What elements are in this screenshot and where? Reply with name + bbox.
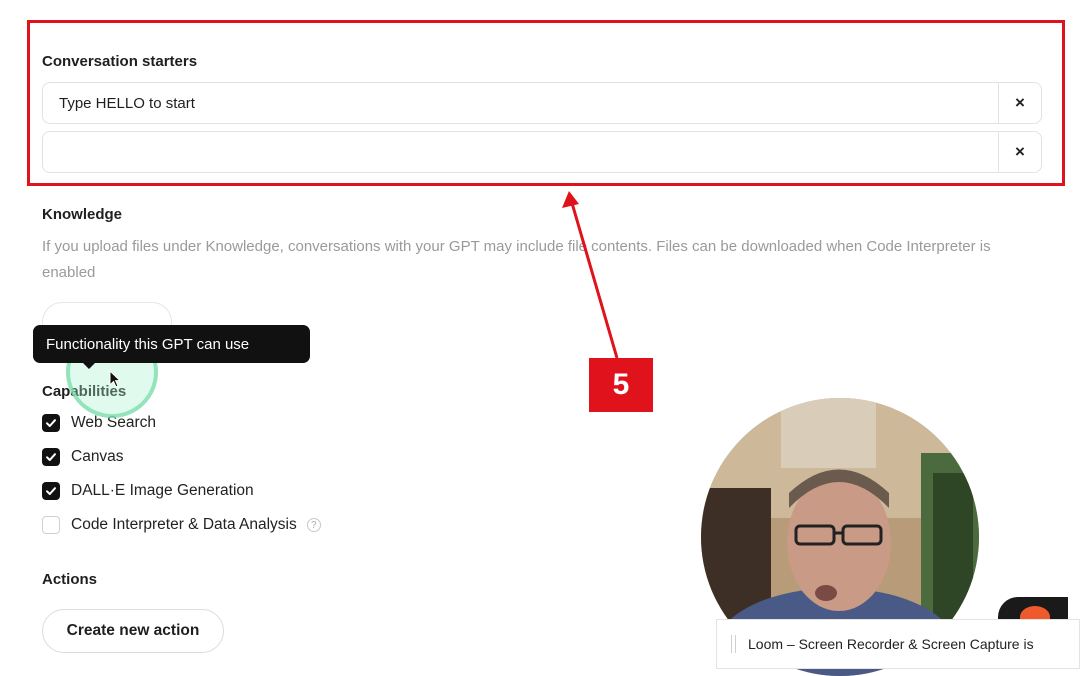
step-badge: 5: [589, 358, 653, 412]
loom-toast-text: Loom – Screen Recorder & Screen Capture …: [748, 636, 1034, 652]
drag-handle-icon[interactable]: [731, 635, 736, 653]
loom-notification: Loom – Screen Recorder & Screen Capture …: [716, 619, 1080, 669]
